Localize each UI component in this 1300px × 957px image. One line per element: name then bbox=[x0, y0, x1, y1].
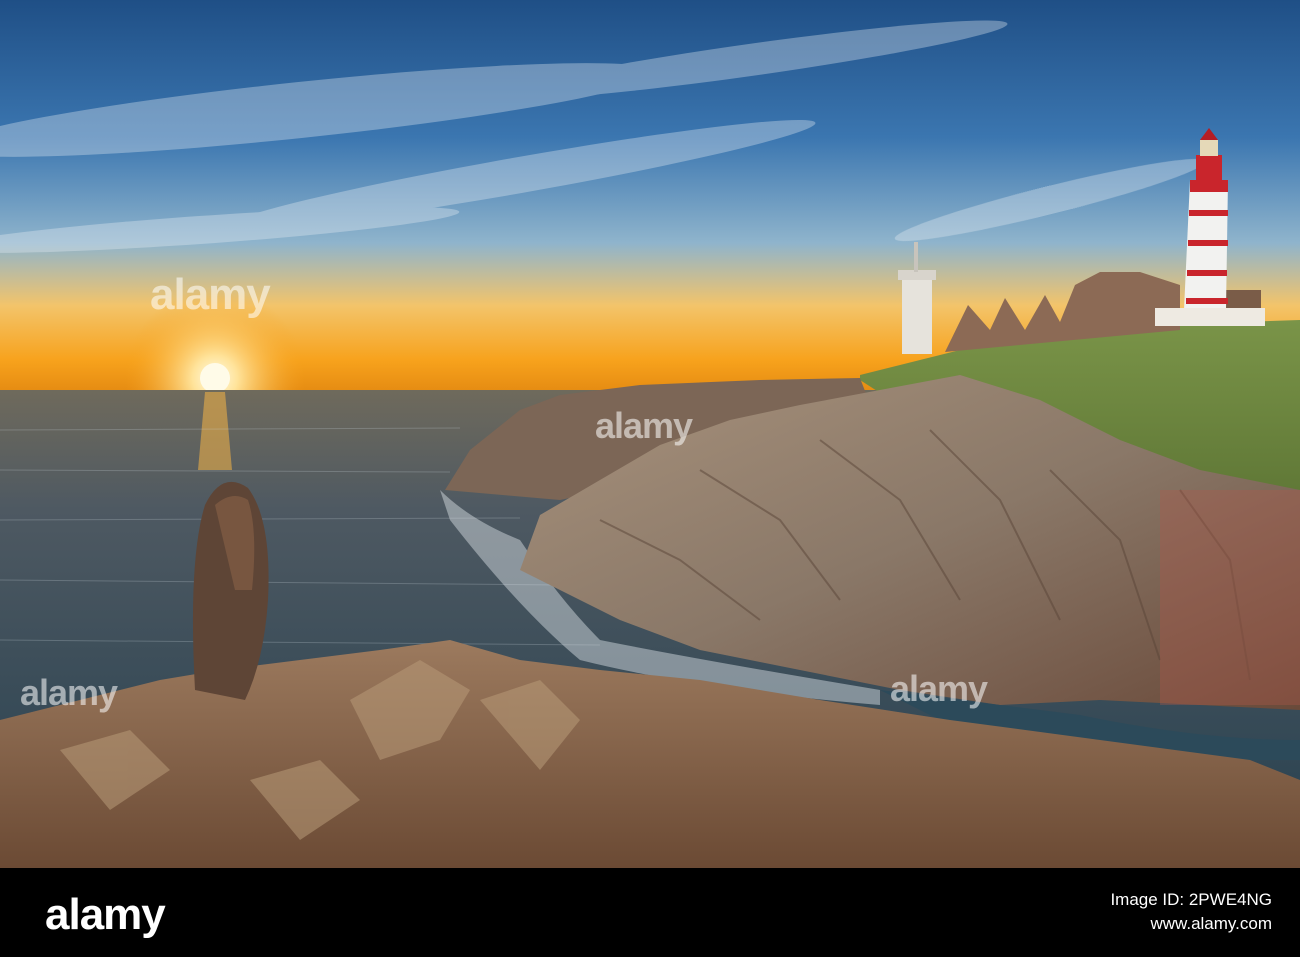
footer-bar: alamy Image ID: 2PWE4NG www.alamy.com bbox=[0, 868, 1300, 957]
sun bbox=[200, 363, 230, 393]
watermark-rocks: alamy bbox=[595, 405, 693, 446]
watermark-center: alamy bbox=[150, 270, 271, 319]
footer-meta: Image ID: 2PWE4NG www.alamy.com bbox=[1110, 888, 1272, 936]
footer-logo[interactable]: alamy bbox=[45, 890, 166, 940]
image-id: Image ID: 2PWE4NG bbox=[1110, 890, 1272, 909]
watermark-bottom: alamy bbox=[890, 668, 988, 709]
landscape-photo: alamy alamy alamy alamy bbox=[0, 0, 1300, 868]
sunlit-cliff-face bbox=[1160, 490, 1300, 705]
site-url[interactable]: www.alamy.com bbox=[1110, 912, 1272, 936]
watermark-sea: alamy bbox=[20, 672, 118, 713]
